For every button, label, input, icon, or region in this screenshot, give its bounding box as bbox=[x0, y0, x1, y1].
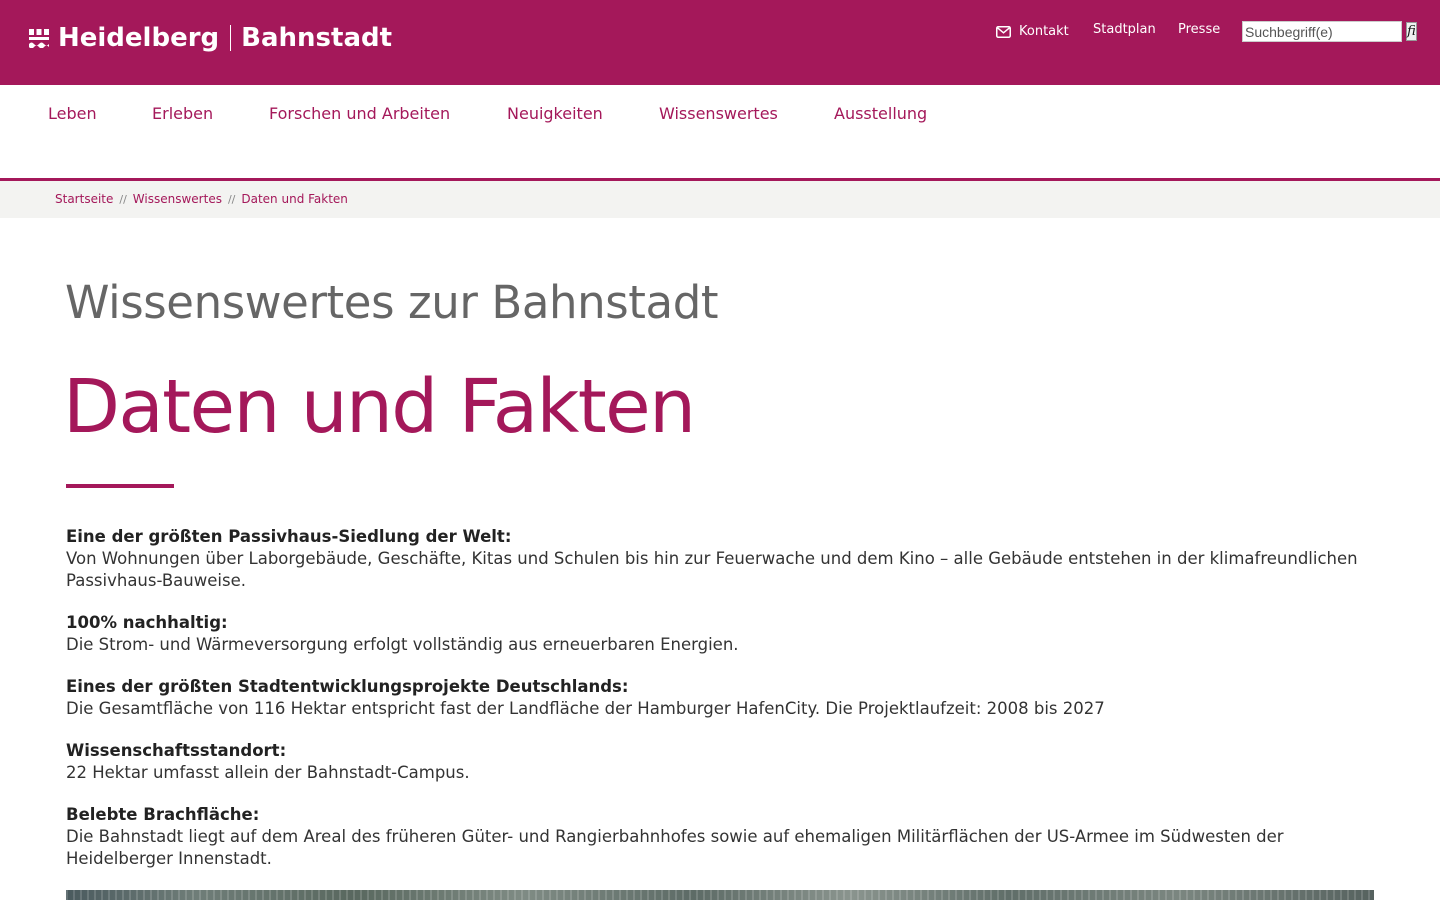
search-button[interactable]: fi bbox=[1406, 22, 1417, 41]
nav-item-erleben[interactable]: Erleben bbox=[152, 104, 213, 124]
presse-link[interactable]: Presse bbox=[1178, 22, 1220, 38]
fact-item: Wissenschaftsstandort: 22 Hektar umfasst… bbox=[66, 740, 1376, 784]
nav-item-wissenswertes[interactable]: Wissenswertes bbox=[659, 104, 778, 124]
fact-text: Die Bahnstadt liegt auf dem Areal des fr… bbox=[66, 827, 1284, 868]
fact-item: Belebte Brachfläche: Die Bahnstadt liegt… bbox=[66, 804, 1376, 870]
kontakt-label: Kontakt bbox=[1019, 24, 1069, 39]
aerial-photo bbox=[66, 890, 1374, 900]
fact-text: Die Gesamtfläche von 116 Hektar entspric… bbox=[66, 699, 1105, 718]
fact-text: Die Strom- und Wärmeversorgung erfolgt v… bbox=[66, 635, 739, 654]
search-input[interactable] bbox=[1242, 21, 1402, 42]
nav-item-ausstellung[interactable]: Ausstellung bbox=[834, 104, 927, 124]
logo-divider bbox=[230, 25, 232, 51]
nav-item-leben[interactable]: Leben bbox=[48, 104, 97, 124]
fact-heading: Eine der größten Passivhaus-Siedlung der… bbox=[66, 527, 512, 546]
breadcrumb-separator: // bbox=[227, 193, 236, 206]
page-title: Daten und Fakten bbox=[63, 364, 696, 450]
fact-item: 100% nachhaltig: Die Strom- und Wärmever… bbox=[66, 612, 1376, 656]
fact-item: Eine der größten Passivhaus-Siedlung der… bbox=[66, 526, 1376, 592]
fact-text: Von Wohnungen über Laborgebäude, Geschäf… bbox=[66, 549, 1358, 590]
fact-heading: Eines der größten Stadtentwicklungsproje… bbox=[66, 677, 629, 696]
fact-text: 22 Hektar umfasst allein der Bahnstadt-C… bbox=[66, 763, 470, 782]
heidelberg-logo-icon bbox=[29, 29, 49, 48]
site-header: Heidelberg Bahnstadt Kontakt Stadtplan P… bbox=[0, 0, 1440, 85]
title-underline bbox=[66, 484, 174, 488]
breadcrumb-separator: // bbox=[119, 193, 127, 206]
main-navigation: Leben Erleben Forschen und Arbeiten Neui… bbox=[0, 85, 1440, 178]
logo-district-name: Bahnstadt bbox=[241, 23, 393, 53]
breadcrumb-item-wissenswertes[interactable]: Wissenswertes bbox=[133, 192, 222, 206]
stadtplan-link[interactable]: Stadtplan bbox=[1093, 22, 1156, 38]
logo-city-name: Heidelberg bbox=[58, 23, 220, 53]
nav-item-neuigkeiten[interactable]: Neuigkeiten bbox=[507, 104, 603, 124]
site-logo[interactable]: Heidelberg Bahnstadt bbox=[29, 22, 392, 54]
facts-list: Eine der größten Passivhaus-Siedlung der… bbox=[66, 526, 1376, 890]
breadcrumb-item-current[interactable]: Daten und Fakten bbox=[241, 192, 348, 206]
breadcrumb: Startseite // Wissenswertes // Daten und Fak… bbox=[0, 181, 1440, 218]
fact-heading: Wissenschaftsstandort: bbox=[66, 741, 287, 760]
envelope-icon bbox=[996, 26, 1011, 38]
fact-heading: 100% nachhaltig: bbox=[66, 613, 228, 632]
fact-heading: Belebte Brachfläche: bbox=[66, 805, 260, 824]
fact-item: Eines der größten Stadtentwicklungsproje… bbox=[66, 676, 1376, 720]
nav-item-forschen-und-arbeiten[interactable]: Forschen und Arbeiten bbox=[269, 104, 450, 124]
breadcrumb-item-startseite[interactable]: Startseite bbox=[55, 192, 113, 206]
kontakt-link[interactable]: Kontakt bbox=[996, 24, 1069, 40]
page-kicker: Wissenswertes zur Bahnstadt bbox=[65, 276, 719, 329]
